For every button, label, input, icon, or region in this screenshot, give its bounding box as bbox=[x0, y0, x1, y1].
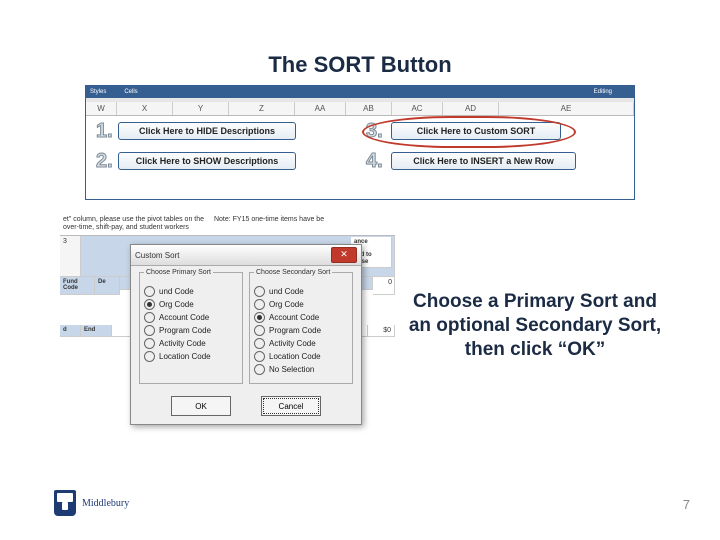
option-label: Location Code bbox=[269, 352, 321, 361]
secondary-sort-group: Choose Secondary Sort und Code Org Code … bbox=[249, 272, 353, 384]
option-label: No Selection bbox=[269, 365, 314, 374]
show-descriptions-button[interactable]: Click Here to SHOW Descriptions bbox=[118, 152, 296, 170]
cell-value: $0 bbox=[368, 325, 395, 337]
step-number-3: 3. bbox=[366, 120, 383, 143]
insert-row-button[interactable]: Click Here to INSERT a New Row bbox=[391, 152, 576, 170]
option-label: Org Code bbox=[159, 300, 194, 309]
radio-option[interactable]: Program Code bbox=[144, 325, 238, 336]
group-label: Choose Primary Sort bbox=[144, 269, 213, 276]
col-header: Fund Code bbox=[60, 277, 95, 295]
shield-icon bbox=[54, 490, 76, 516]
option-label: Org Code bbox=[269, 300, 304, 309]
step-number-1: 1. bbox=[96, 120, 113, 143]
custom-sort-button[interactable]: Click Here to Custom SORT bbox=[391, 122, 561, 140]
ok-button[interactable]: OK bbox=[171, 396, 231, 416]
option-label: und Code bbox=[159, 287, 194, 296]
radio-option[interactable]: No Selection bbox=[254, 364, 348, 375]
radio-option[interactable]: und Code bbox=[254, 286, 348, 297]
option-label: Program Code bbox=[159, 326, 211, 335]
note-text: et" column, please use the pivot tables … bbox=[63, 216, 204, 223]
col-head: Z bbox=[229, 102, 295, 115]
org-name: Middlebury bbox=[82, 498, 129, 509]
col-head: AD bbox=[443, 102, 499, 115]
middlebury-logo: Middlebury bbox=[54, 490, 129, 516]
cancel-button[interactable]: Cancel bbox=[261, 396, 321, 416]
option-label: Account Code bbox=[159, 313, 209, 322]
col-header: End bbox=[81, 325, 112, 337]
col-head: AC bbox=[392, 102, 443, 115]
cell-value: 0 bbox=[373, 277, 395, 295]
page-number: 7 bbox=[683, 497, 690, 512]
col-head: AE bbox=[499, 102, 634, 115]
col-head: Y bbox=[173, 102, 229, 115]
custom-sort-dialog: Custom Sort ✕ Choose Primary Sort und Co… bbox=[130, 244, 362, 425]
note-text: Note: FY15 one-time items have be bbox=[214, 216, 324, 223]
col-head: X bbox=[117, 102, 173, 115]
option-label: Program Code bbox=[269, 326, 321, 335]
step-number-4: 4. bbox=[366, 150, 383, 173]
option-label: und Code bbox=[269, 287, 304, 296]
close-icon[interactable]: ✕ bbox=[331, 247, 357, 263]
radio-option[interactable]: Activity Code bbox=[144, 338, 238, 349]
group-label: Choose Secondary Sort bbox=[254, 269, 332, 276]
excel-ribbon-groups: Styles Cells Editing bbox=[86, 86, 634, 98]
instruction-text: Choose a Primary Sort and an optional Se… bbox=[405, 290, 665, 361]
radio-option[interactable]: Activity Code bbox=[254, 338, 348, 349]
primary-sort-group: Choose Primary Sort und Code Org Code Ac… bbox=[139, 272, 243, 384]
ribbon-group-label: Cells bbox=[124, 89, 137, 95]
radio-option[interactable]: Org Code bbox=[144, 299, 238, 310]
row-number: 3 bbox=[60, 236, 81, 277]
worksheet-note: et" column, please use the pivot tables … bbox=[60, 214, 395, 236]
radio-option[interactable]: Location Code bbox=[254, 351, 348, 362]
page-title: The SORT Button bbox=[0, 52, 720, 78]
col-head: AB bbox=[346, 102, 392, 115]
radio-option[interactable]: Org Code bbox=[254, 299, 348, 310]
step-number-2: 2. bbox=[96, 150, 113, 173]
ribbon-group-label: Editing bbox=[594, 89, 612, 95]
hide-descriptions-button[interactable]: Click Here to HIDE Descriptions bbox=[118, 122, 296, 140]
radio-option[interactable]: Account Code bbox=[254, 312, 348, 323]
col-header: De bbox=[95, 277, 120, 295]
option-label: Activity Code bbox=[269, 339, 316, 348]
dialog-title: Custom Sort bbox=[135, 251, 179, 260]
ribbon-screenshot: Styles Cells Editing W X Y Z AA AB AC AD… bbox=[85, 85, 635, 200]
radio-option[interactable]: und Code bbox=[144, 286, 238, 297]
ribbon-group-label: Styles bbox=[90, 89, 106, 95]
col-head: AA bbox=[295, 102, 346, 115]
option-label: Account Code bbox=[269, 313, 319, 322]
column-headers: W X Y Z AA AB AC AD AE bbox=[86, 102, 634, 116]
option-label: Activity Code bbox=[159, 339, 206, 348]
radio-option[interactable]: Location Code bbox=[144, 351, 238, 362]
radio-option[interactable]: Account Code bbox=[144, 312, 238, 323]
radio-option[interactable]: Program Code bbox=[254, 325, 348, 336]
option-label: Location Code bbox=[159, 352, 211, 361]
note-text: over-time, shift-pay, and student worker… bbox=[63, 224, 189, 231]
dialog-titlebar: Custom Sort ✕ bbox=[131, 245, 361, 266]
col-head: W bbox=[86, 102, 117, 115]
col-header: d bbox=[60, 325, 81, 337]
